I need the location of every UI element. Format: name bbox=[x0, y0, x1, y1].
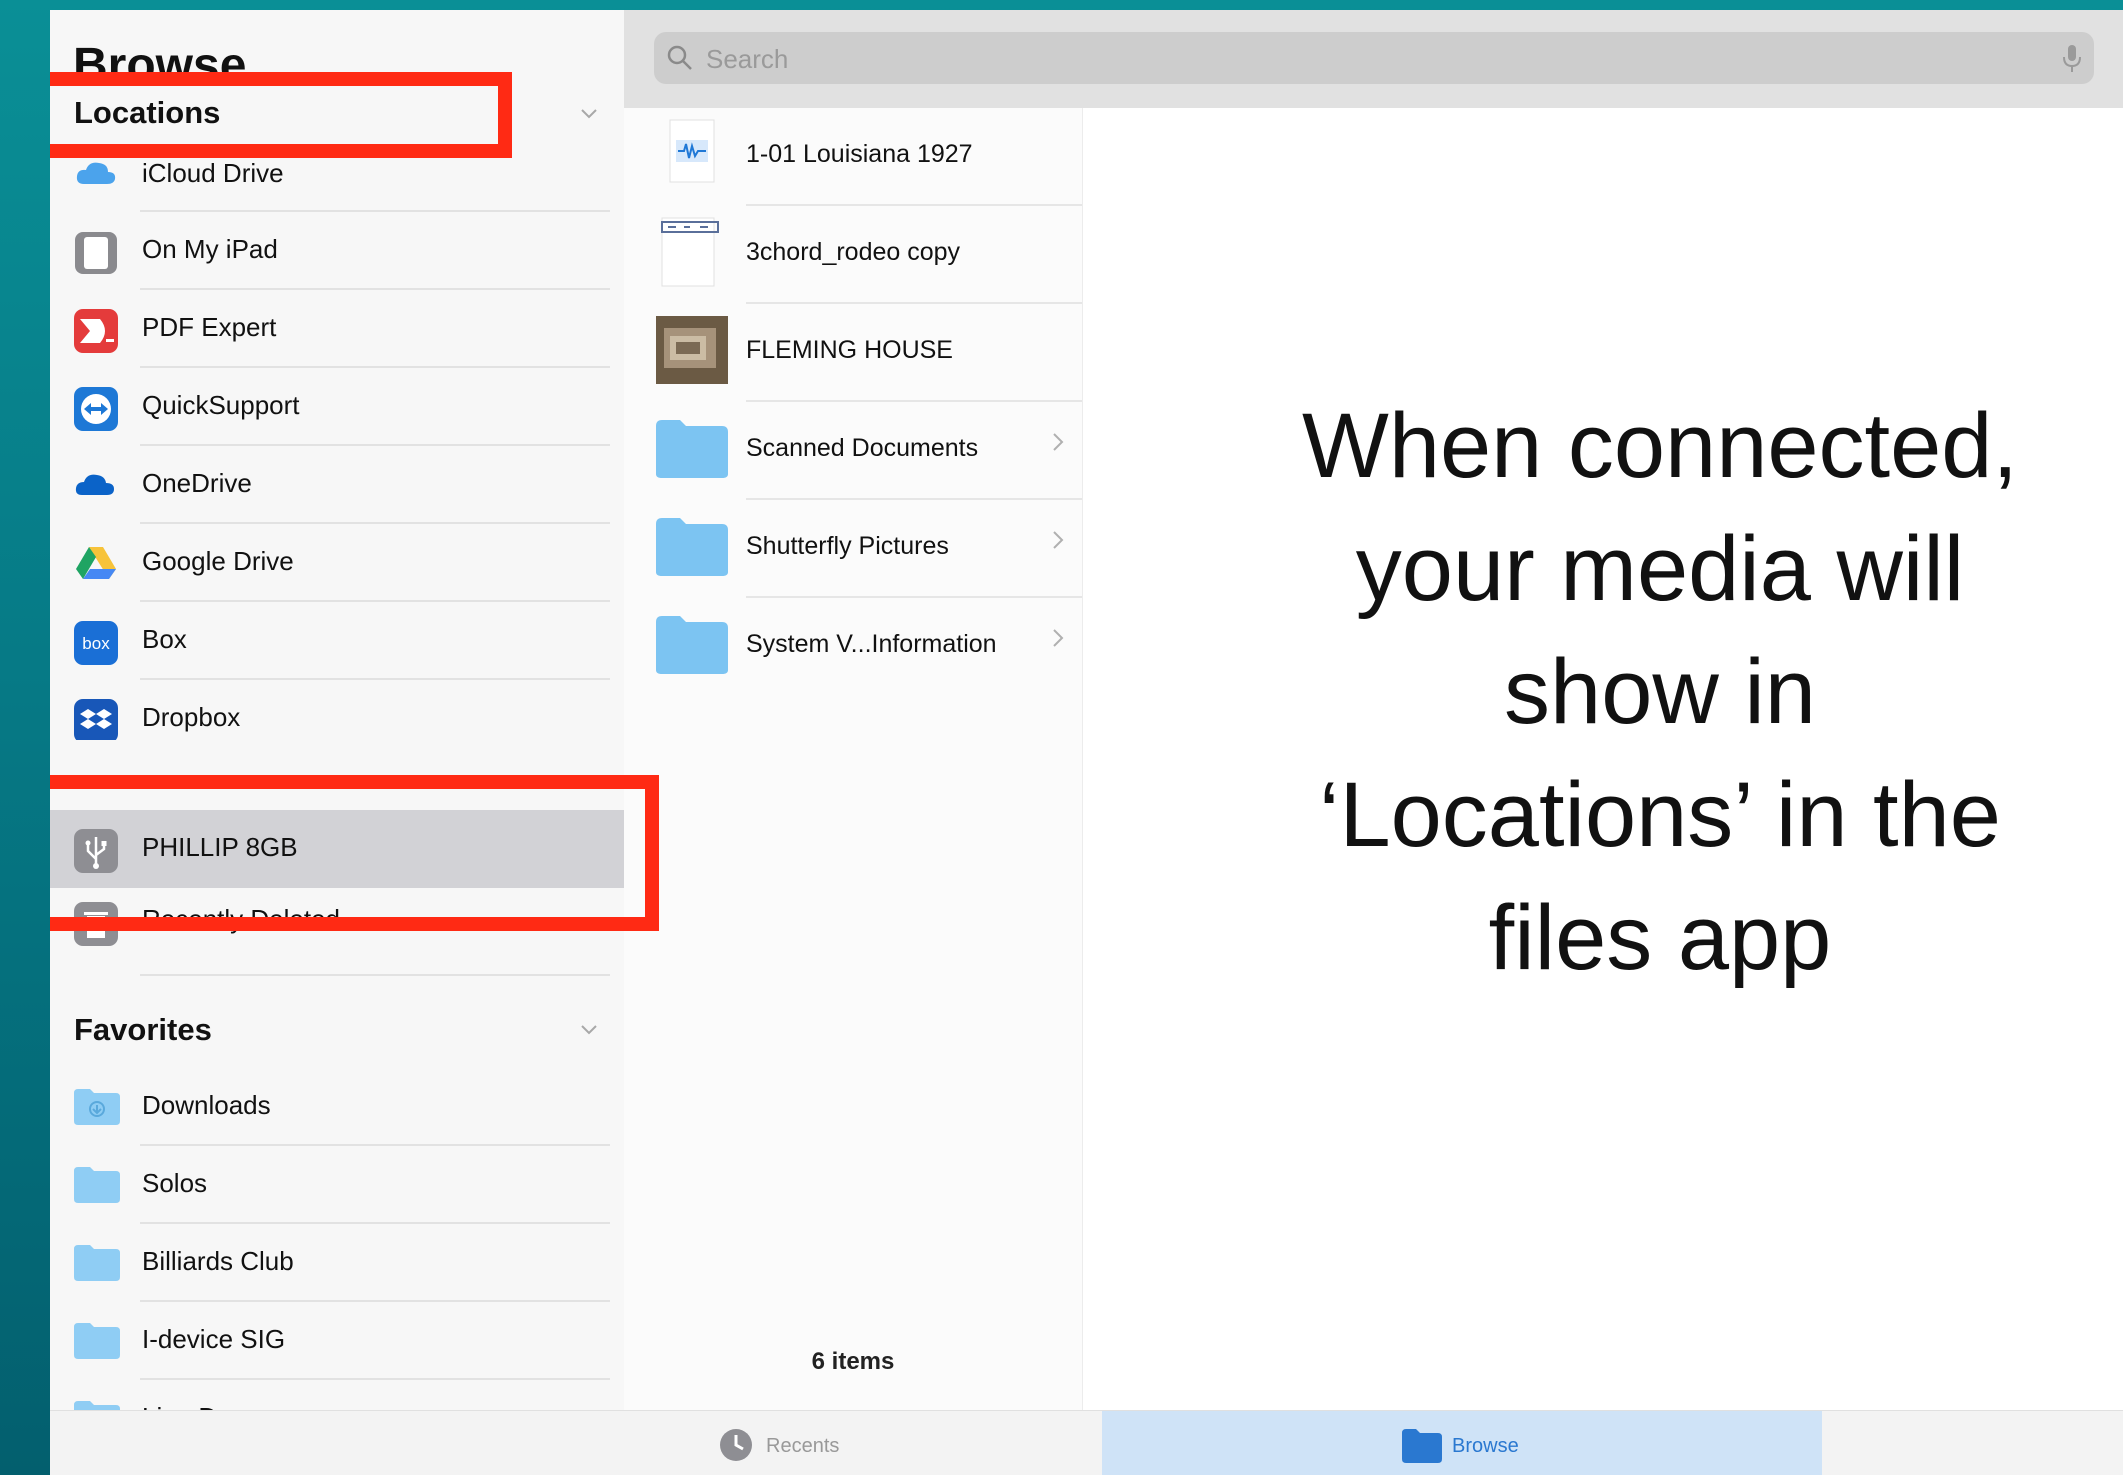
sidebar-item-icloud-drive[interactable]: iCloud Drive bbox=[74, 152, 610, 212]
sidebar-item-quicksupport[interactable]: QuickSupport bbox=[74, 368, 610, 446]
folder-icon bbox=[74, 1243, 120, 1283]
chevron-down-icon[interactable] bbox=[578, 1018, 600, 1040]
sidebar-item-label: Solos bbox=[142, 1168, 208, 1198]
file-list: 1-01 Louisiana 1927 3chord_rodeo copy FL… bbox=[624, 108, 1083, 1410]
folder-icon bbox=[656, 412, 728, 484]
locations-header[interactable]: Locations bbox=[74, 95, 220, 131]
sidebar-item-label: Box bbox=[142, 624, 187, 654]
browse-title: Browse bbox=[73, 39, 247, 92]
box-icon: box bbox=[74, 621, 118, 665]
quicksupport-icon bbox=[74, 387, 118, 431]
caption-line: files app bbox=[1488, 887, 1832, 989]
onedrive-icon bbox=[74, 465, 118, 505]
sidebar-item-label: PDF Expert bbox=[142, 312, 277, 342]
separator bbox=[140, 974, 610, 976]
sidebar-item-label: Downloads bbox=[142, 1090, 271, 1120]
folder-item-shutterfly-pictures[interactable]: Shutterfly Pictures bbox=[624, 500, 1082, 598]
file-item-audio[interactable]: 1-01 Louisiana 1927 bbox=[624, 108, 1082, 206]
sidebar-item-label: Google Drive bbox=[142, 546, 294, 576]
sidebar-item-label: On My iPad bbox=[142, 234, 278, 264]
sidebar-item-label: iCloud Drive bbox=[142, 158, 284, 188]
sidebar-item-recently-deleted[interactable]: Recently Deleted bbox=[74, 898, 610, 976]
items-count: 6 items bbox=[811, 1348, 895, 1375]
sidebar-item-pdf-expert[interactable]: PDF Expert bbox=[74, 290, 610, 368]
sidebar-item-dropbox[interactable]: Dropbox bbox=[74, 680, 610, 740]
icloud-icon bbox=[74, 158, 118, 198]
caption-line: show in bbox=[1504, 641, 1816, 743]
sidebar-item-phillip-8gb[interactable]: PHILLIP 8GB bbox=[50, 810, 624, 888]
folder-icon bbox=[656, 608, 728, 680]
sidebar-item-label: QuickSupport bbox=[142, 390, 300, 420]
trash-icon bbox=[74, 902, 118, 946]
sidebar-item-label: Line Dance bbox=[142, 1402, 274, 1410]
folder-icon bbox=[74, 1399, 120, 1410]
sidebar-item-billiards-club[interactable]: Billiards Club bbox=[74, 1224, 610, 1302]
sidebar-item-downloads[interactable]: Downloads bbox=[74, 1068, 610, 1146]
tab-label: Browse bbox=[1452, 1435, 1519, 1457]
folder-item-system-volume-information[interactable]: System V...Information bbox=[624, 598, 1082, 696]
caption-line: ‘Locations’ in the bbox=[1319, 764, 2001, 866]
tab-recents[interactable]: Recents bbox=[624, 1411, 1124, 1475]
audio-file-icon bbox=[656, 118, 728, 190]
sidebar-item-label: Billiards Club bbox=[142, 1246, 294, 1276]
search-header bbox=[624, 10, 2123, 108]
sidebar-item-label: Recently Deleted bbox=[142, 904, 340, 934]
sidebar: Browse Locations iCloud Drive On My iPad… bbox=[50, 10, 624, 1410]
folder-name: System V...Information bbox=[746, 630, 997, 658]
caption-text: When connected, your media will show in … bbox=[1160, 385, 2123, 1000]
folder-item-scanned-documents[interactable]: Scanned Documents bbox=[624, 402, 1082, 500]
sidebar-item-label: I-device SIG bbox=[142, 1324, 286, 1354]
sidebar-item-box[interactable]: box Box bbox=[74, 602, 610, 680]
folder-icon bbox=[74, 1321, 120, 1361]
chevron-down-icon[interactable] bbox=[578, 102, 600, 124]
search-input[interactable] bbox=[704, 38, 2008, 80]
search-icon bbox=[666, 44, 694, 77]
tab-browse[interactable]: Browse bbox=[1102, 1411, 1822, 1475]
chevron-right-icon bbox=[1051, 528, 1065, 559]
caption-line: When connected, bbox=[1301, 395, 2018, 497]
pdf-expert-icon bbox=[74, 309, 118, 353]
folder-name: Shutterfly Pictures bbox=[746, 532, 949, 560]
dropbox-icon bbox=[74, 699, 118, 740]
file-name: FLEMING HOUSE bbox=[746, 336, 953, 364]
files-app-window: Browse Locations iCloud Drive On My iPad… bbox=[50, 10, 2123, 1475]
photo-thumbnail-icon bbox=[656, 314, 728, 386]
folder-icon bbox=[74, 1165, 120, 1205]
sidebar-item-line-dance[interactable]: Line Dance bbox=[74, 1380, 610, 1410]
microphone-icon[interactable] bbox=[2062, 44, 2082, 79]
sidebar-item-label: OneDrive bbox=[142, 468, 252, 498]
search-bar[interactable] bbox=[654, 32, 2094, 84]
svg-text:box: box bbox=[82, 634, 110, 653]
sidebar-item-i-device-sig[interactable]: I-device SIG bbox=[74, 1302, 610, 1380]
file-name: 1-01 Louisiana 1927 bbox=[746, 140, 973, 168]
chevron-right-icon bbox=[1051, 430, 1065, 461]
favorites-header[interactable]: Favorites bbox=[74, 1012, 212, 1048]
document-icon bbox=[656, 216, 728, 288]
sidebar-item-on-my-ipad[interactable]: On My iPad bbox=[74, 212, 610, 290]
sidebar-item-google-drive[interactable]: Google Drive bbox=[74, 524, 610, 602]
usb-drive-icon bbox=[74, 829, 118, 873]
tab-label: Recents bbox=[766, 1435, 840, 1457]
file-item-document[interactable]: 3chord_rodeo copy bbox=[624, 206, 1082, 304]
sidebar-item-label: Dropbox bbox=[142, 702, 241, 732]
caption-line: your media will bbox=[1355, 518, 1965, 620]
sidebar-item-solos[interactable]: Solos bbox=[74, 1146, 610, 1224]
chevron-right-icon bbox=[1051, 626, 1065, 657]
sidebar-item-onedrive[interactable]: OneDrive bbox=[74, 446, 610, 524]
google-drive-icon bbox=[74, 543, 118, 583]
downloads-folder-icon bbox=[74, 1087, 120, 1127]
tab-bar: Recents Browse bbox=[50, 1410, 2123, 1475]
file-item-image[interactable]: FLEMING HOUSE bbox=[624, 304, 1082, 402]
file-name: 3chord_rodeo copy bbox=[746, 238, 961, 266]
ipad-icon bbox=[74, 231, 118, 274]
folder-icon bbox=[1402, 1427, 1442, 1463]
sidebar-item-label: PHILLIP 8GB bbox=[142, 832, 298, 862]
folder-name: Scanned Documents bbox=[746, 434, 979, 462]
folder-icon bbox=[656, 510, 728, 582]
clock-icon bbox=[716, 1427, 756, 1463]
